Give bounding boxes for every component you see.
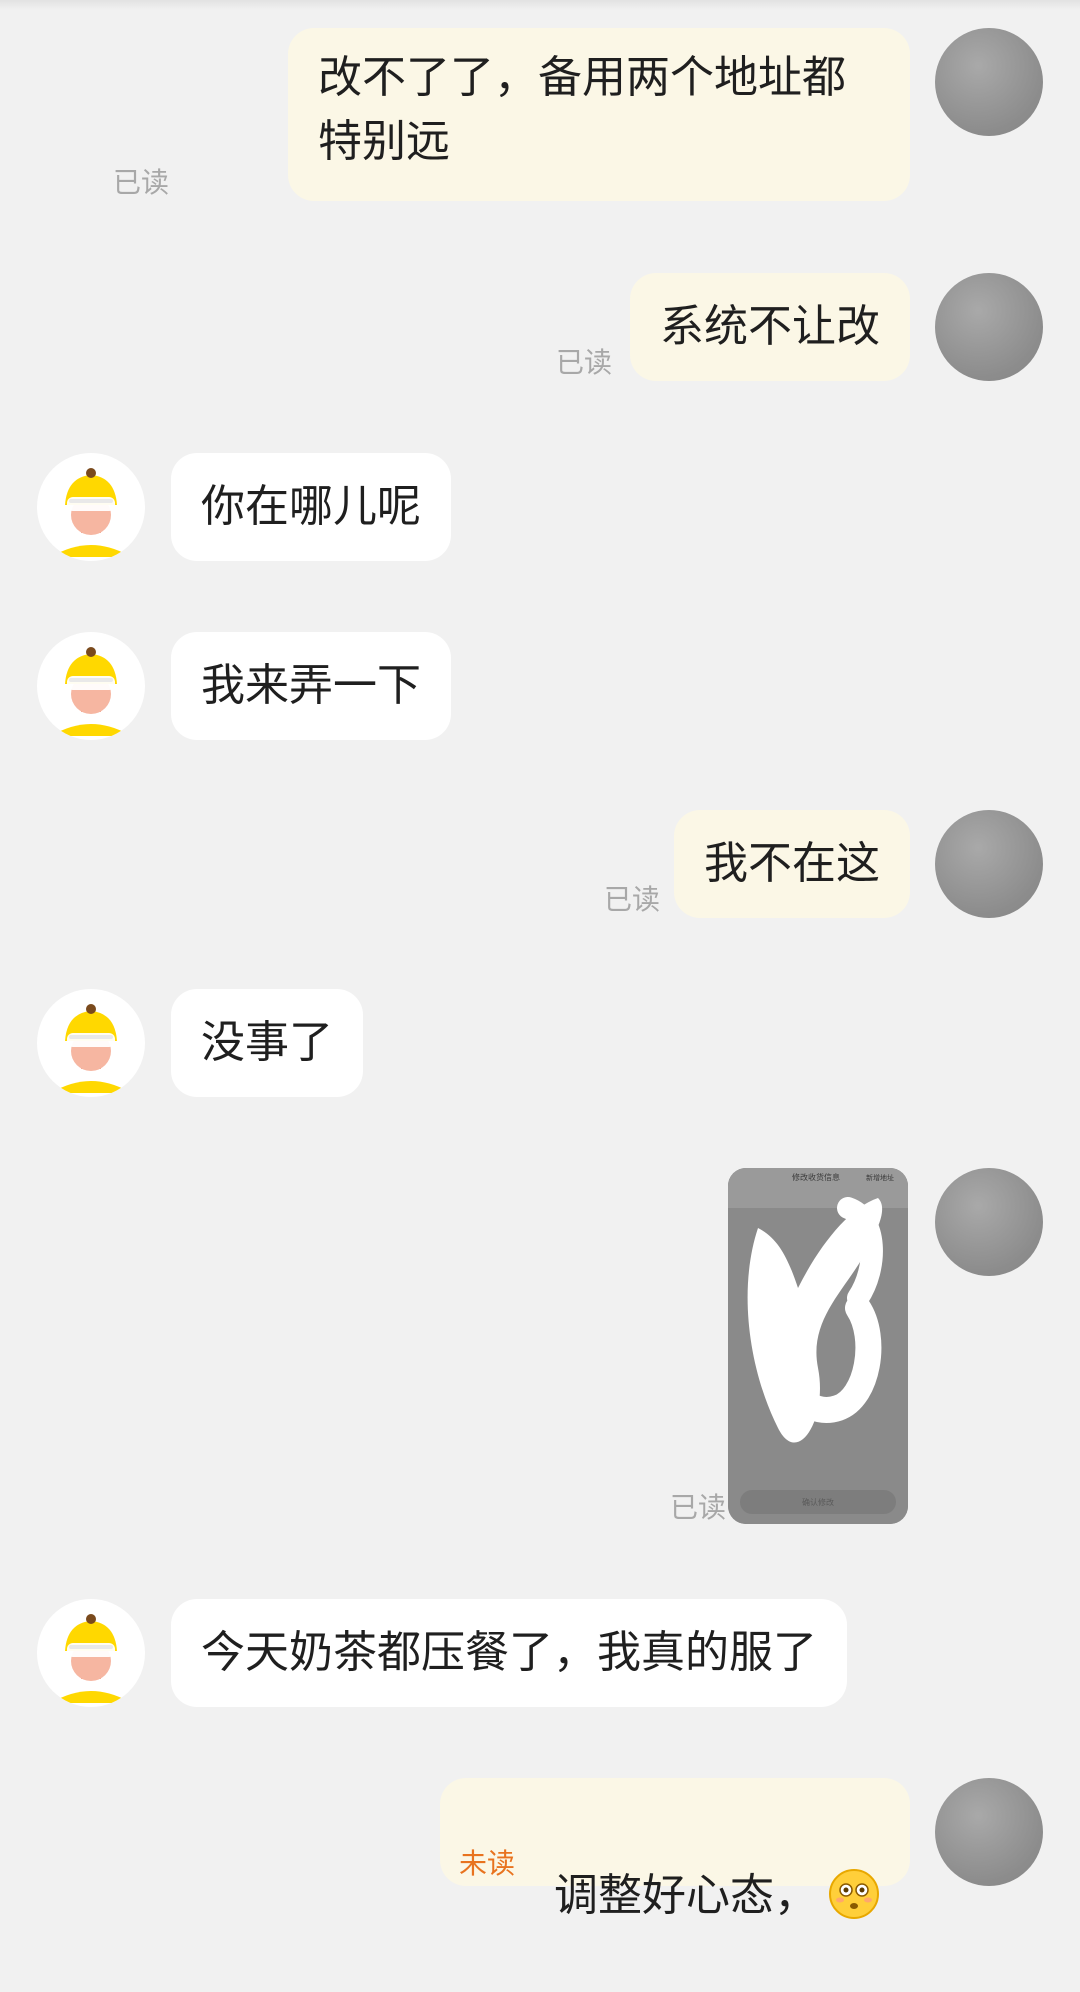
- read-receipt: 已读: [604, 883, 661, 916]
- user-avatar[interactable]: [935, 810, 1043, 918]
- message-bubble-incoming[interactable]: 我来弄一下: [171, 632, 451, 740]
- rider-avatar[interactable]: [37, 1599, 145, 1707]
- user-avatar[interactable]: [935, 1778, 1043, 1886]
- message-bubble-outgoing[interactable]: 改不了了，备用两个地址都特别远: [288, 28, 910, 201]
- message-text: 调整好心态，: [554, 1870, 818, 1921]
- user-avatar[interactable]: [935, 28, 1043, 136]
- message-bubble-outgoing[interactable]: 系统不让改: [630, 273, 910, 381]
- top-divider: [0, 0, 1080, 10]
- thumbnail-button-label: 确认修改: [802, 1497, 834, 1507]
- rider-avatar[interactable]: [37, 632, 145, 740]
- rider-avatar[interactable]: [37, 989, 145, 1097]
- rider-avatar[interactable]: [37, 453, 145, 561]
- image-message[interactable]: 修改收货信息 新增地址 确认修改: [728, 1168, 908, 1524]
- message-bubble-outgoing[interactable]: 我不在这: [674, 810, 910, 918]
- thumbnail-corner-label: 新增地址: [866, 1173, 894, 1182]
- message-bubble-incoming[interactable]: 今天奶茶都压餐了，我真的服了: [171, 1599, 847, 1707]
- read-receipt: 已读: [556, 346, 613, 379]
- rider-icon: [51, 1614, 131, 1703]
- thumbnail-title: 修改收货信息: [792, 1172, 840, 1182]
- message-bubble-incoming[interactable]: 没事了: [171, 989, 363, 1097]
- message-bubble-incoming[interactable]: 你在哪儿呢: [171, 453, 451, 561]
- read-receipt: 已读: [113, 166, 170, 199]
- rider-icon: [51, 1004, 131, 1093]
- flushed-face-icon: [828, 1868, 880, 1920]
- rider-icon: [51, 647, 131, 736]
- user-avatar[interactable]: [935, 273, 1043, 381]
- user-avatar[interactable]: [935, 1168, 1043, 1276]
- rider-icon: [51, 468, 131, 557]
- unread-receipt: 未读: [459, 1847, 516, 1880]
- screenshot-thumbnail: 修改收货信息 新增地址 确认修改: [728, 1168, 908, 1524]
- chat-message-list: 改不了了，备用两个地址都特别远 已读 系统不让改 已读 你在哪儿呢 我来弄一下 …: [0, 0, 1080, 1924]
- read-receipt: 已读: [670, 1491, 727, 1524]
